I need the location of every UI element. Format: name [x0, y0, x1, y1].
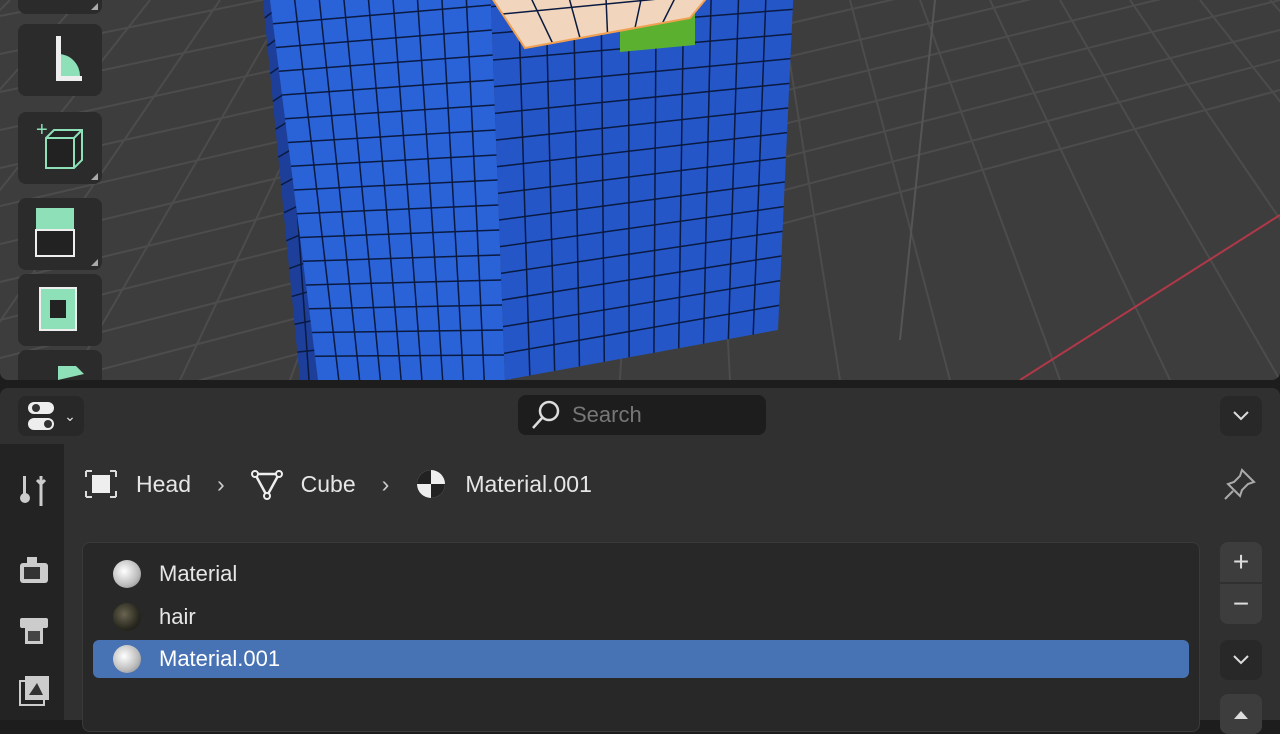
grid-line — [0, 0, 10, 380]
breadcrumb: Head › Cube › Material.001 — [84, 464, 592, 504]
z-axis-line — [900, 0, 935, 340]
tab-view-layer[interactable] — [14, 670, 54, 710]
chevron-right-icon: › — [382, 471, 390, 498]
list-item[interactable]: Material — [93, 555, 1189, 593]
breadcrumb-material: Material.001 — [465, 471, 592, 498]
breadcrumb-mesh: Cube — [301, 471, 356, 498]
object-icon — [84, 469, 118, 499]
slot-specials-dropdown[interactable] — [1220, 640, 1262, 680]
mesh-icon — [251, 468, 283, 500]
tab-output[interactable] — [14, 610, 54, 650]
chevron-down-icon — [1231, 409, 1251, 423]
list-item[interactable]: hair — [93, 598, 1189, 636]
bevel-tool-button[interactable] — [18, 350, 102, 380]
pin-icon — [1222, 466, 1258, 502]
properties-tabs — [0, 444, 64, 720]
measure-tool-button[interactable] — [18, 24, 102, 96]
editor-type-button[interactable]: ⌄ — [18, 396, 84, 436]
tab-render[interactable] — [14, 550, 54, 590]
triangle-up-icon — [1231, 707, 1251, 721]
material-name: hair — [159, 604, 196, 630]
material-name: Material.001 — [159, 646, 280, 672]
bevel-icon — [18, 350, 102, 380]
tab-tool[interactable] — [14, 470, 54, 510]
extrude-tool-button[interactable] — [18, 198, 102, 270]
transform-tool-button[interactable] — [18, 0, 102, 14]
inset-icon — [18, 274, 102, 346]
material-preview-icon — [113, 645, 141, 673]
grid-line — [1130, 0, 1280, 380]
material-name: Material — [159, 561, 237, 587]
grid-line — [1270, 0, 1280, 380]
pin-button[interactable] — [1222, 466, 1258, 507]
breadcrumb-object: Head — [136, 471, 191, 498]
list-item-selected[interactable]: Material.001 — [93, 640, 1189, 678]
add-cube-tool-button[interactable]: + — [18, 112, 102, 184]
properties-editor: ⌄ Search Head › Cube › Material.001 Mate… — [0, 388, 1280, 720]
move-up-button[interactable] — [1220, 694, 1262, 734]
grid-line — [850, 0, 950, 380]
search-input[interactable]: Search — [518, 395, 766, 435]
scene-canvas[interactable] — [0, 0, 1280, 380]
extrude-icon — [18, 198, 102, 270]
ruler-icon — [18, 24, 102, 96]
3d-viewport[interactable]: + — [0, 0, 1280, 380]
material-slot-list[interactable]: Material hair Material.001 — [82, 542, 1200, 732]
remove-slot-button[interactable]: − — [1220, 584, 1262, 624]
add-slot-button[interactable]: + — [1220, 542, 1262, 582]
grid-line — [920, 0, 1060, 380]
material-preview-icon — [113, 603, 141, 631]
grid-line — [1200, 0, 1280, 380]
search-icon — [530, 399, 562, 431]
properties-header: ⌄ Search — [0, 388, 1280, 444]
material-icon — [415, 468, 447, 500]
x-axis-line — [1020, 215, 1280, 380]
inset-tool-button[interactable] — [18, 274, 102, 346]
render-icon — [17, 553, 51, 587]
chevron-right-icon: › — [217, 471, 225, 498]
output-icon — [17, 613, 51, 647]
view-layer-icon — [17, 673, 51, 707]
chevron-down-icon — [1231, 653, 1251, 667]
options-dropdown[interactable] — [1220, 396, 1262, 436]
properties-editor-icon — [26, 399, 60, 433]
grid-line — [990, 0, 1170, 380]
chevron-down-icon: ⌄ — [64, 408, 76, 425]
add-cube-icon: + — [18, 112, 102, 184]
material-preview-icon — [113, 560, 141, 588]
tool-wrench-icon — [17, 472, 51, 508]
search-placeholder: Search — [572, 402, 642, 428]
